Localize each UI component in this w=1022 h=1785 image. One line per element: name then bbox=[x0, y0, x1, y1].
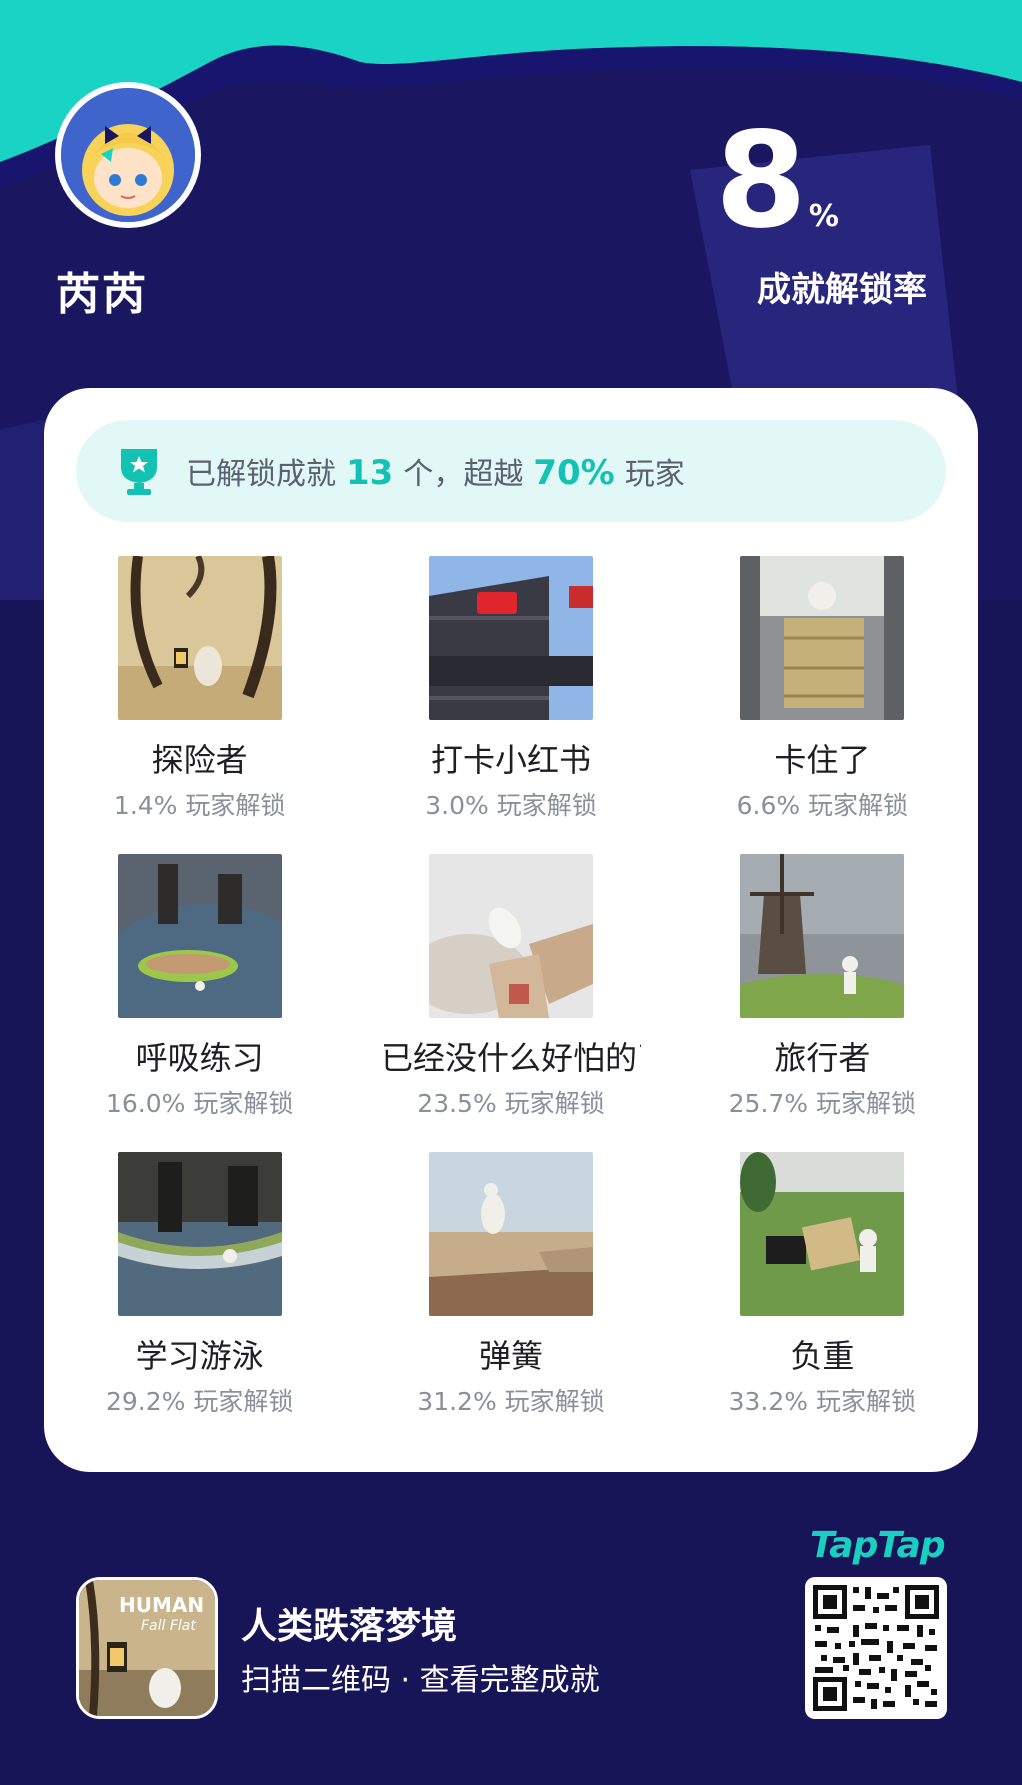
jumping-desert bbox=[428, 1152, 593, 1316]
achievement-percent: 29.2% 玩家解锁 bbox=[105, 1387, 294, 1416]
summary-prefix: 已解锁成就 bbox=[186, 457, 336, 492]
achievement-percent: 16.0% 玩家解锁 bbox=[105, 1089, 294, 1118]
avatar[interactable] bbox=[55, 82, 201, 228]
achievement-item[interactable]: 弹簧 31.2% 玩家解锁 bbox=[355, 1152, 666, 1450]
windmill-hill bbox=[740, 854, 905, 1018]
summary-count: 13 bbox=[346, 453, 394, 493]
unlock-rate-unit: % bbox=[808, 199, 839, 234]
achievement-item[interactable]: 卡住了 6.6% 玩家解锁 bbox=[667, 556, 978, 854]
unlock-rate-label: 成就解锁率 bbox=[757, 270, 927, 310]
rowboat-scene bbox=[117, 1152, 282, 1316]
achievement-item[interactable]: 旅行者 25.7% 玩家解锁 bbox=[667, 854, 978, 1152]
qr-code[interactable] bbox=[805, 1577, 947, 1719]
qr-code-icon bbox=[813, 1585, 939, 1711]
achievement-percent: 23.5% 玩家解锁 bbox=[417, 1089, 605, 1118]
achievement-percent: 1.4% 玩家解锁 bbox=[113, 791, 286, 820]
achievement-name: 打卡小红书 bbox=[430, 741, 591, 779]
achievement-name: 旅行者 bbox=[774, 1039, 871, 1077]
achievement-percent: 33.2% 玩家解锁 bbox=[728, 1387, 917, 1416]
game-subtitle: 扫描二维码 · 查看完整成就 bbox=[241, 1663, 600, 1698]
trophy-icon bbox=[121, 449, 157, 495]
achievement-name: 负重 bbox=[790, 1337, 855, 1375]
achievement-percent: 25.7% 玩家解锁 bbox=[728, 1089, 917, 1118]
achievement-name: 探险者 bbox=[151, 741, 248, 779]
avatar-character-icon bbox=[61, 88, 195, 222]
game-icon[interactable]: HUMAN Fall Flat bbox=[76, 1577, 218, 1719]
boat-in-water bbox=[117, 854, 282, 1018]
achievements-card: 已解锁成就 13 个，超越 70% 玩家 探险者 1.4% 玩家解锁 打卡小红书… bbox=[44, 388, 978, 1472]
achievement-grid: 探险者 1.4% 玩家解锁 打卡小红书 3.0% 玩家解锁 卡住了 6.6% 玩… bbox=[44, 556, 978, 1450]
achievement-percent: 31.2% 玩家解锁 bbox=[417, 1387, 605, 1416]
unlock-rate: 8% bbox=[627, 115, 927, 247]
achievement-name: 呼吸练习 bbox=[135, 1039, 264, 1077]
game-icon-text-1: HUMAN bbox=[119, 1593, 204, 1617]
summary-suffix: 玩家 bbox=[624, 457, 685, 492]
achievement-name: 卡住了 bbox=[774, 741, 871, 779]
human-fall-flat-icon: HUMAN Fall Flat bbox=[79, 1580, 215, 1716]
achievement-item[interactable]: 呼吸练习 16.0% 玩家解锁 bbox=[44, 854, 355, 1152]
achievement-percent: 6.6% 玩家解锁 bbox=[736, 791, 909, 820]
achievement-name: 已经没什么好怕的了 bbox=[380, 1039, 641, 1077]
game-icon-text-2: Fall Flat bbox=[141, 1618, 196, 1634]
achievement-name: 弹簧 bbox=[478, 1337, 543, 1375]
carrying-crate bbox=[740, 1152, 905, 1316]
game-title: 人类跌落梦境 bbox=[241, 1606, 458, 1647]
taptap-logo: TapTap bbox=[810, 1525, 946, 1566]
cave-lantern-scene bbox=[117, 556, 282, 720]
achievement-item[interactable]: 探险者 1.4% 玩家解锁 bbox=[44, 556, 355, 854]
achievement-name: 学习游泳 bbox=[135, 1337, 264, 1375]
unlock-rate-value: 8 bbox=[715, 104, 807, 258]
achievement-item[interactable]: 负重 33.2% 玩家解锁 bbox=[667, 1152, 978, 1450]
achievement-item[interactable]: 打卡小红书 3.0% 玩家解锁 bbox=[355, 556, 666, 854]
falling-in-sky bbox=[428, 854, 593, 1018]
achievement-item[interactable]: 学习游泳 29.2% 玩家解锁 bbox=[44, 1152, 355, 1450]
achievement-item[interactable]: 已经没什么好怕的了 23.5% 玩家解锁 bbox=[355, 854, 666, 1152]
summary-mid: 个，超越 bbox=[403, 457, 524, 492]
achievement-percent: 3.0% 玩家解锁 bbox=[425, 791, 597, 820]
achievement-summary: 已解锁成就 13 个，超越 70% 玩家 bbox=[76, 420, 946, 522]
inspire-lives-building bbox=[428, 556, 593, 720]
username: 芮芮 bbox=[56, 269, 148, 320]
summary-percent: 70% bbox=[533, 453, 615, 493]
stuck-crate-scene bbox=[740, 556, 905, 720]
